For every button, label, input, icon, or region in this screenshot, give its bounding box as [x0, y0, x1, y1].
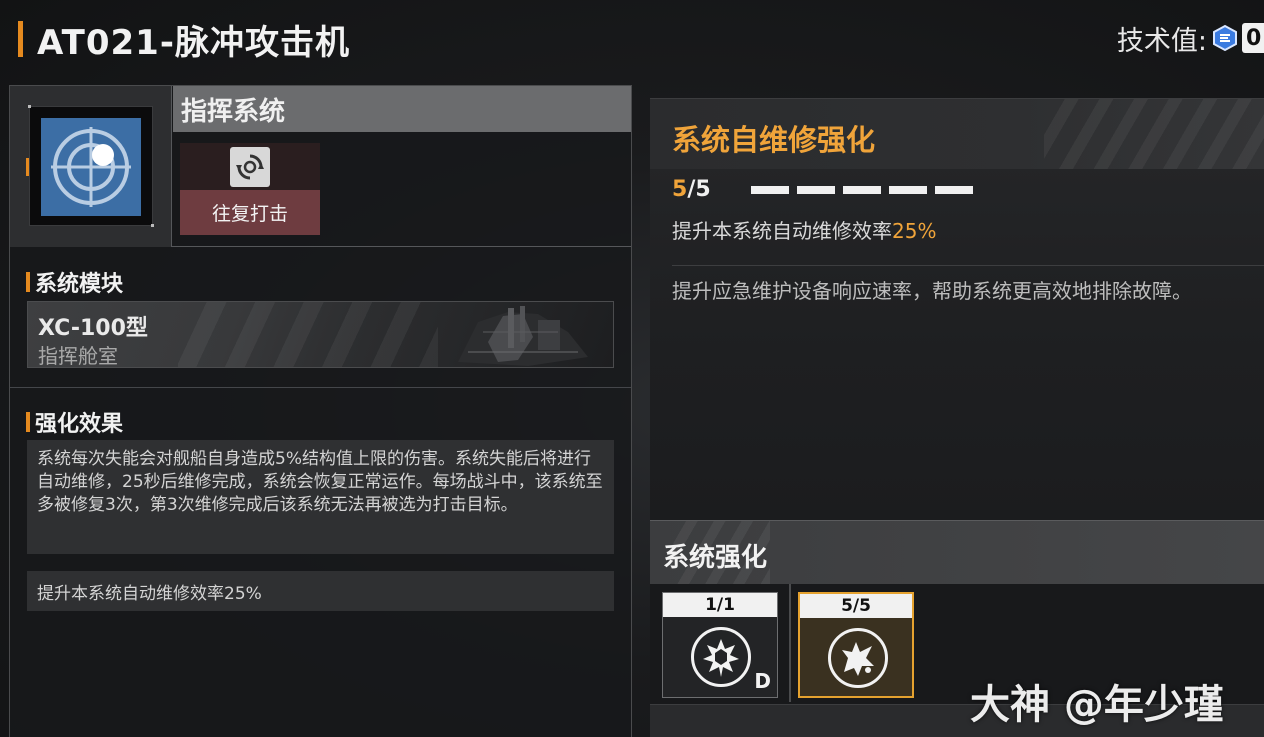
level-pip: [842, 185, 881, 194]
detail-effect: 提升本系统自动维修效率25%: [672, 215, 936, 244]
tech-value-display: 技术值: 0: [1117, 18, 1264, 58]
detail-description: 提升应急维护设备响应速率，帮助系统更高效地排除故障。: [672, 279, 1192, 303]
page-header: AT021-脉冲攻击机: [18, 18, 350, 63]
system-icon-slot[interactable]: [10, 86, 172, 247]
header-stripes: [1044, 99, 1264, 169]
tech-value-number: 0: [1242, 23, 1264, 53]
level-current: 5: [672, 177, 688, 202]
bonus-text: 提升本系统自动维修效率25%: [37, 583, 262, 604]
skill-label-bar: 往复打击: [180, 190, 320, 235]
module-stripes: [178, 302, 438, 367]
detail-effect-text: 提升本系统自动维修效率: [672, 219, 892, 243]
module-name: 指挥舱室: [38, 344, 118, 368]
enhancement-card[interactable]: 1/1 D: [662, 592, 778, 698]
effect-description-box: 系统每次失能会对舰船自身造成5%结构值上限的伤害。系统失能后将进行自动维修，25…: [27, 440, 614, 554]
skill-label: 往复打击: [211, 203, 288, 225]
detail-separator: [672, 265, 1264, 266]
watermark: 大神 @年少瑾: [970, 682, 1224, 728]
skill-icon-area: [180, 143, 320, 190]
level-pip: [934, 185, 973, 194]
detail-header: 系统自维修强化: [650, 99, 1264, 169]
detail-effect-value: 25%: [892, 219, 937, 243]
module-section-header: 系统模块: [26, 266, 123, 298]
detail-level: 5/5: [672, 177, 711, 202]
title-accent: [18, 21, 23, 57]
detail-title: 系统自维修强化: [672, 123, 876, 157]
section-accent: [26, 412, 30, 432]
module-ship-image: [438, 302, 598, 367]
level-max: /5: [687, 177, 711, 202]
section-accent: [26, 272, 30, 292]
system-icon-frame: [28, 105, 154, 227]
level-pip: [796, 185, 835, 194]
module-model: XC-100型: [38, 316, 148, 341]
crosshair-icon: [41, 118, 141, 216]
tech-value-icon: [1211, 24, 1239, 52]
skill-card[interactable]: 往复打击: [180, 143, 320, 235]
system-card: 指挥系统 往复打击: [10, 86, 631, 247]
effect-section-header: 强化效果: [26, 406, 123, 438]
level-pip: [888, 185, 927, 194]
burst-shield-icon: [691, 627, 751, 687]
level-pip: [750, 185, 789, 194]
section-divider: [10, 387, 631, 388]
bonus-box: 提升本系统自动维修效率25%: [27, 571, 614, 611]
tech-value-label: 技术值:: [1116, 25, 1207, 57]
system-panel: 指挥系统 往复打击 系统模块 XC-100型 指挥舱室 强化效果 系统每次失能会…: [9, 85, 632, 737]
effect-section-title: 强化效果: [35, 412, 124, 437]
level-progress-pips: [750, 185, 981, 194]
effect-description: 系统每次失能会对舰船自身造成5%结构值上限的伤害。系统失能后将进行自动维修，25…: [37, 449, 603, 515]
enhancement-title: 系统强化: [663, 543, 768, 573]
explosion-icon: [828, 628, 888, 688]
system-name-bar: 指挥系统: [173, 86, 631, 132]
module-section-title: 系统模块: [35, 272, 124, 297]
cycle-strike-icon: [230, 146, 270, 187]
page-title: AT021-脉冲攻击机: [37, 22, 350, 63]
enhancement-header: 系统强化: [650, 520, 1264, 585]
detail-level-row: 5/5: [672, 177, 981, 202]
enhancement-card-badge: D: [754, 669, 771, 693]
enhancement-card-selected[interactable]: 5/5: [798, 592, 914, 698]
system-name: 指挥系统: [181, 96, 286, 127]
enhancement-detail-panel: 系统自维修强化 5/5 提升本系统自动维修效率25% 提升应急维护设备响应速率，…: [650, 98, 1264, 520]
card-divider: [789, 584, 791, 702]
enhancement-card-level: 1/1: [663, 593, 777, 617]
enhancement-card-level: 5/5: [800, 594, 912, 618]
module-card[interactable]: XC-100型 指挥舱室: [27, 301, 614, 368]
